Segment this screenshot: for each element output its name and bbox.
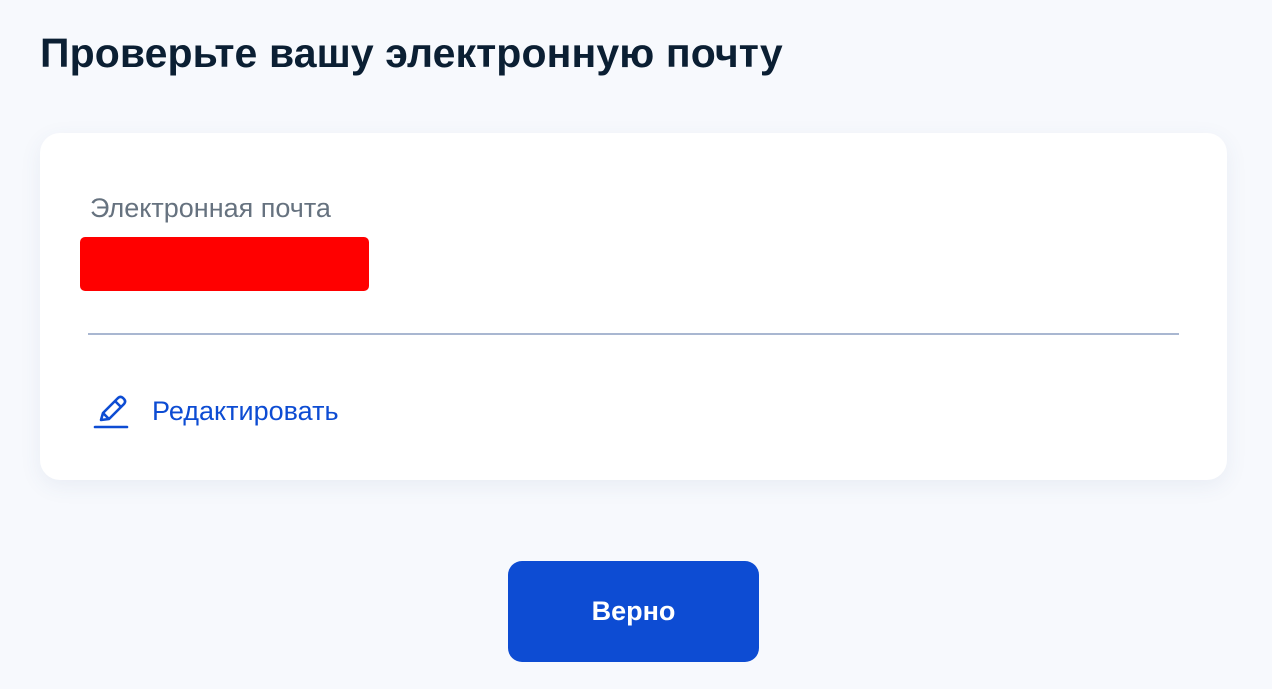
divider <box>88 333 1179 335</box>
email-value-redacted <box>80 237 369 291</box>
page-title: Проверьте вашу электронную почту <box>40 30 783 76</box>
email-card: Электронная почта Редактировать <box>40 133 1227 480</box>
confirm-button[interactable]: Верно <box>508 561 759 662</box>
edit-label: Редактировать <box>152 395 339 426</box>
page: Проверьте вашу электронную почту Электро… <box>0 0 1272 689</box>
email-label: Электронная почта <box>90 193 331 223</box>
edit-link[interactable]: Редактировать <box>92 389 339 433</box>
pencil-icon <box>92 391 130 431</box>
